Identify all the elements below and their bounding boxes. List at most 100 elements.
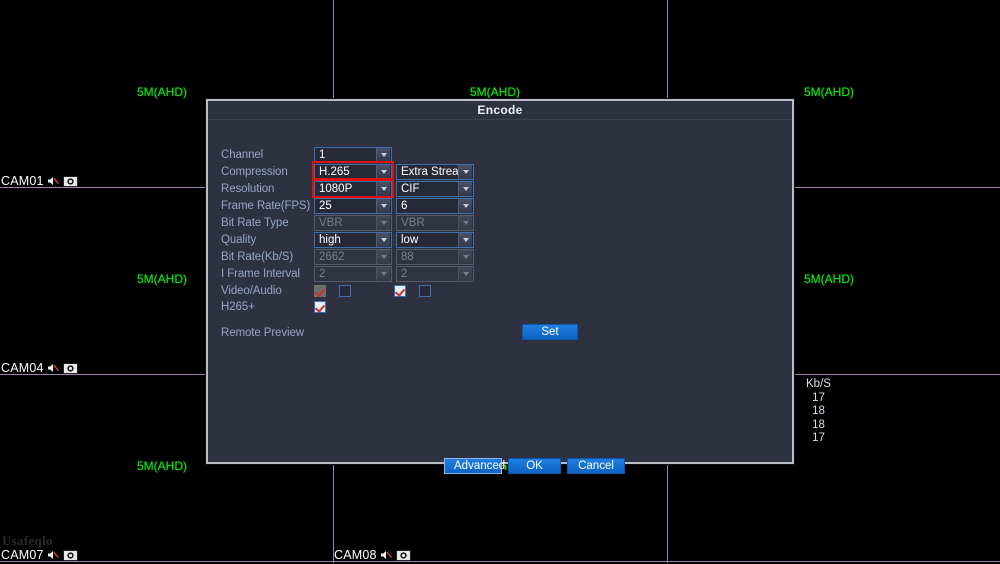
stream-resolution-label: 5M(AHD) bbox=[470, 85, 520, 99]
chevron-down-icon bbox=[376, 215, 390, 230]
sub-video-checkbox[interactable] bbox=[394, 284, 406, 297]
bit-rate-type-main-value: VBR bbox=[319, 216, 343, 229]
camera-name: CAM01 bbox=[1, 174, 44, 188]
main-video-checkbox bbox=[314, 284, 326, 297]
chevron-down-icon bbox=[376, 232, 390, 247]
quality-sub-value: low bbox=[401, 233, 419, 246]
channel-select[interactable]: 1 bbox=[314, 146, 392, 163]
field-label: Resolution bbox=[221, 182, 275, 195]
frame-rate-main-select[interactable]: 25 bbox=[314, 197, 392, 214]
field-label: H265+ bbox=[221, 300, 255, 313]
frame-rate-sub-select[interactable]: 6 bbox=[396, 197, 474, 214]
quality-main-value: high bbox=[319, 233, 341, 246]
resolution-main-select[interactable]: 1080P bbox=[314, 180, 392, 197]
field-label: Bit Rate Type bbox=[221, 216, 289, 229]
form-row-resolution: Resolution 1080P CIF bbox=[221, 180, 474, 197]
field-label: Remote Preview bbox=[221, 326, 304, 339]
chevron-down-icon bbox=[376, 181, 390, 196]
bitrate-value: 18 bbox=[812, 405, 825, 417]
stream-resolution-label: 5M(AHD) bbox=[137, 272, 187, 286]
frame-rate-main-value: 25 bbox=[319, 199, 332, 212]
camera-label-cam08: CAM08 bbox=[334, 548, 411, 562]
chevron-down-icon bbox=[458, 164, 472, 179]
stream-resolution-label: 5M(AHD) bbox=[137, 85, 187, 99]
ok-button[interactable]: OK bbox=[508, 458, 561, 474]
camera-label-cam07: CAM07 bbox=[1, 548, 78, 562]
resolution-sub-select[interactable]: CIF bbox=[396, 180, 474, 197]
encode-dialog: Encode Channel 1 Compression H.265 Extra… bbox=[206, 99, 794, 474]
chevron-down-icon bbox=[376, 164, 390, 179]
resolution-sub-value: CIF bbox=[401, 182, 420, 195]
form-row-bit-rate-type: Bit Rate Type VBR VBR bbox=[221, 214, 474, 231]
sub-audio-checkbox[interactable] bbox=[419, 284, 431, 297]
chevron-down-icon bbox=[458, 215, 472, 230]
compression-sub-select[interactable]: Extra Stream bbox=[396, 163, 474, 180]
dialog-title: Encode bbox=[208, 101, 792, 120]
form-row-h265plus: H265+ bbox=[221, 298, 326, 315]
bit-rate-type-sub-select: VBR bbox=[396, 214, 474, 231]
i-frame-interval-main-select: 2 bbox=[314, 265, 392, 282]
form-row-video-audio: Video/Audio bbox=[221, 282, 431, 299]
chevron-down-icon bbox=[376, 147, 390, 162]
field-label: Channel bbox=[221, 148, 264, 161]
chevron-down-icon bbox=[458, 266, 472, 281]
bit-rate-sub-value: 88 bbox=[401, 250, 414, 263]
grid-divider-horizontal bbox=[0, 561, 1000, 562]
field-label: Bit Rate(Kb/S) bbox=[221, 250, 294, 263]
bit-rate-main-value: 2662 bbox=[319, 250, 345, 263]
bitrate-value: 17 bbox=[812, 391, 825, 404]
field-label: Video/Audio bbox=[221, 284, 282, 297]
dialog-footer-buttons: Advanced OK Cancel bbox=[444, 458, 625, 474]
bitrate-value: 18 bbox=[812, 418, 825, 431]
quality-sub-select[interactable]: low bbox=[396, 231, 474, 248]
cancel-button[interactable]: Cancel bbox=[567, 458, 625, 474]
resolution-main-value: 1080P bbox=[319, 182, 353, 195]
stream-resolution-label: 5M(AHD) bbox=[804, 272, 854, 286]
camera-icon bbox=[62, 362, 78, 374]
bit-rate-sub-select: 88 bbox=[396, 248, 474, 265]
bit-rate-main-select: 2662 bbox=[314, 248, 392, 265]
field-label: Frame Rate(FPS) bbox=[221, 199, 311, 212]
speaker-muted-icon bbox=[47, 362, 60, 374]
chevron-down-icon bbox=[458, 249, 472, 264]
field-label: Compression bbox=[221, 165, 288, 178]
i-frame-interval-main-value: 2 bbox=[319, 267, 326, 280]
quality-main-select[interactable]: high bbox=[314, 231, 392, 248]
form-row-quality: Quality high low bbox=[221, 231, 474, 248]
camera-label-cam04: CAM04 bbox=[1, 361, 78, 375]
camera-name: CAM07 bbox=[1, 548, 44, 562]
speaker-muted-icon bbox=[47, 549, 60, 561]
main-audio-checkbox[interactable] bbox=[339, 284, 351, 297]
i-frame-interval-sub-value: 2 bbox=[401, 267, 408, 280]
speaker-muted-icon bbox=[380, 549, 393, 561]
bit-rate-type-sub-value: VBR bbox=[401, 216, 425, 229]
advanced-button[interactable]: Advanced bbox=[444, 458, 505, 474]
compression-main-value: H.265 bbox=[319, 165, 350, 178]
camera-name: CAM04 bbox=[1, 361, 44, 375]
form-row-i-frame-interval: I Frame Interval 2 2 bbox=[221, 265, 474, 282]
chevron-down-icon bbox=[376, 198, 390, 213]
chevron-down-icon bbox=[458, 198, 472, 213]
form-row-bit-rate: Bit Rate(Kb/S) 2662 88 bbox=[221, 248, 474, 265]
form-row-channel: Channel 1 bbox=[221, 146, 392, 163]
compression-main-select[interactable]: H.265 bbox=[314, 163, 392, 180]
chevron-down-icon bbox=[458, 181, 472, 196]
channel-select-value: 1 bbox=[319, 148, 326, 161]
bitrate-value: 17 bbox=[812, 432, 825, 444]
watermark: Usafeqlo bbox=[2, 533, 53, 548]
field-label: I Frame Interval bbox=[221, 267, 300, 280]
h265plus-checkbox[interactable] bbox=[314, 300, 326, 313]
form-row-remote-preview: Remote Preview Set bbox=[221, 324, 581, 341]
bitrate-stats-panel: Kb/S 17 18 18 17 bbox=[806, 378, 831, 446]
bitrate-unit-label: Kb/S bbox=[806, 378, 831, 390]
camera-name: CAM08 bbox=[334, 548, 377, 562]
chevron-down-icon bbox=[376, 249, 390, 264]
form-row-frame-rate: Frame Rate(FPS) 25 6 bbox=[221, 197, 474, 214]
bit-rate-type-main-select: VBR bbox=[314, 214, 392, 231]
camera-icon bbox=[62, 549, 78, 561]
remote-preview-set-button[interactable]: Set bbox=[522, 324, 578, 340]
stream-resolution-label: 5M(AHD) bbox=[804, 85, 854, 99]
camera-label-cam01: CAM01 bbox=[1, 174, 78, 188]
compression-sub-value: Extra Stream bbox=[401, 165, 458, 178]
i-frame-interval-sub-select: 2 bbox=[396, 265, 474, 282]
